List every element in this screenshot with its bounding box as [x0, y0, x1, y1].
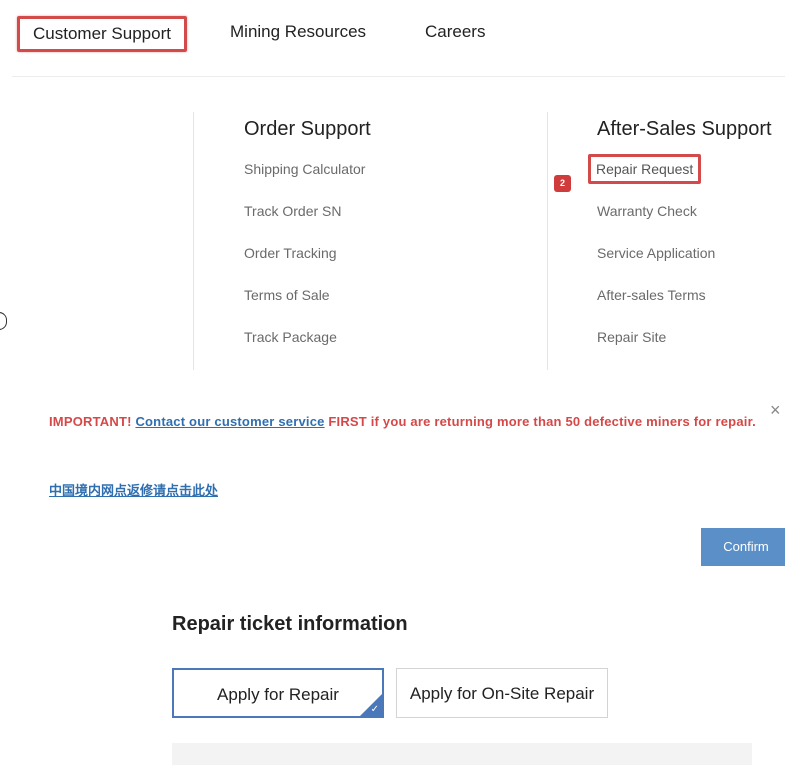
top-nav: Customer Support Mining Resources Career… — [0, 0, 785, 70]
nav-divider — [12, 76, 785, 77]
checkmark-icon: ✓ — [370, 704, 379, 715]
menu-link-terms-of-sale[interactable]: Terms of Sale — [244, 285, 371, 327]
menu-link-repair-site[interactable]: Repair Site — [597, 327, 772, 369]
order-support-links: Shipping Calculator Track Order SN Order… — [244, 159, 371, 369]
nav-customer-support[interactable]: Customer Support — [17, 16, 187, 52]
menu-item-repair-request: Repair Request — [588, 154, 772, 201]
menu-link-track-package[interactable]: Track Package — [244, 327, 371, 369]
china-repair-link[interactable]: 中国境内网点返修请点击此处 — [49, 480, 218, 499]
page: Customer Support Mining Resources Career… — [0, 0, 785, 765]
form-panel-top — [172, 743, 752, 765]
menu-link-repair-request[interactable]: Repair Request — [588, 154, 702, 184]
step-badge: 2 — [554, 175, 571, 192]
after-sales-title: After-Sales Support — [597, 118, 772, 140]
apply-for-repair-label: Apply for Repair — [217, 685, 339, 704]
menu-link-track-order-sn[interactable]: Track Order SN — [244, 201, 371, 243]
close-icon[interactable]: × — [770, 400, 781, 421]
important-notice: IMPORTANT! Contact our customer service … — [49, 411, 769, 433]
menu-link-after-sales-terms[interactable]: After-sales Terms — [597, 285, 772, 327]
order-support-column: Order Support Shipping Calculator Track … — [193, 112, 371, 370]
notice-rest-text: FIRST if you are returning more than 50 … — [328, 414, 756, 429]
menu-link-service-application[interactable]: Service Application — [597, 243, 772, 285]
notice-important-label: IMPORTANT! — [49, 414, 132, 429]
menu-link-order-tracking[interactable]: Order Tracking — [244, 243, 371, 285]
after-sales-column: After-Sales Support Repair Request Warra… — [547, 112, 772, 370]
menu-link-shipping-calculator[interactable]: Shipping Calculator — [244, 159, 371, 201]
apply-for-onsite-repair-option[interactable]: Apply for On-Site Repair — [396, 668, 608, 718]
nav-mining-resources[interactable]: Mining Resources — [230, 22, 366, 42]
contact-customer-service-link[interactable]: Contact our customer service — [135, 414, 324, 429]
apply-for-onsite-repair-label: Apply for On-Site Repair — [409, 684, 595, 703]
apply-for-repair-option[interactable]: Apply for Repair ✓ — [172, 668, 384, 718]
confirm-button[interactable]: Confirm — [701, 528, 785, 566]
order-support-title: Order Support — [244, 118, 371, 140]
nav-careers[interactable]: Careers — [425, 22, 485, 42]
partial-edge-icon — [0, 312, 7, 330]
menu-link-warranty-check[interactable]: Warranty Check — [597, 201, 772, 243]
after-sales-links: Repair Request Warranty Check Service Ap… — [588, 154, 772, 369]
repair-ticket-title: Repair ticket information — [172, 613, 408, 635]
